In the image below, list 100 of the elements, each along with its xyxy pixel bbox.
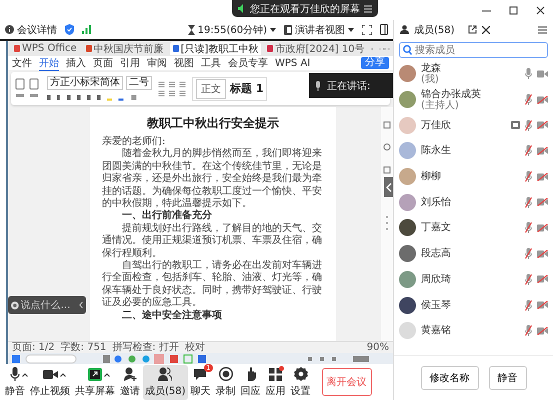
toolbar-button[interactable]: 邀请 xyxy=(118,364,142,400)
document-tab[interactable]: 中秋国庆节前廉 xyxy=(82,42,167,55)
toolbar-button[interactable]: 停止视频 xyxy=(28,364,72,400)
camera-off-icon[interactable] xyxy=(537,172,548,181)
pop-out-icon[interactable] xyxy=(468,25,477,34)
menu-tab[interactable]: 会员专享 xyxy=(228,56,268,70)
speaker-icon xyxy=(238,4,246,13)
emoji-icon[interactable] xyxy=(11,300,19,310)
camera-off-icon[interactable] xyxy=(537,146,548,155)
caret-up-icon[interactable] xyxy=(22,372,28,376)
member-row[interactable]: 黄嘉铭 xyxy=(399,318,548,344)
muted-microphone-icon[interactable] xyxy=(525,300,532,311)
document-tab[interactable]: WPS Office xyxy=(11,42,80,55)
member-row[interactable]: 柳柳 xyxy=(399,164,548,190)
toolbar-button[interactable]: 设置 xyxy=(288,364,313,400)
member-row[interactable]: 刘乐怡 xyxy=(399,189,548,216)
toolbar-button[interactable]: 应用 xyxy=(264,364,288,400)
caret-up-icon[interactable] xyxy=(104,372,110,376)
panel-title: 成员(58) xyxy=(414,24,455,36)
toolbar-button[interactable]: 静音 xyxy=(3,364,27,400)
member-row[interactable]: 段志高 xyxy=(399,240,548,266)
close-icon[interactable] xyxy=(482,26,490,34)
muted-microphone-icon[interactable] xyxy=(525,274,532,285)
menu-tab[interactable]: 文件 xyxy=(12,56,32,70)
member-row[interactable]: 陈永生 xyxy=(399,138,548,164)
presenter-view-button[interactable]: 演讲者视图 xyxy=(284,22,354,36)
muted-microphone-icon[interactable] xyxy=(525,145,532,156)
shield-icon[interactable] xyxy=(65,24,74,35)
camera-icon[interactable] xyxy=(537,70,548,78)
fullscreen-icon[interactable] xyxy=(362,24,372,34)
member-name: 段志高 xyxy=(421,248,451,260)
style-option[interactable]: 正文 xyxy=(196,78,226,98)
maximize-icon[interactable] xyxy=(509,6,518,14)
menu-tab[interactable]: 页面 xyxy=(93,56,113,70)
chat-input[interactable]: 说点什么... xyxy=(8,296,86,314)
zoom-level[interactable]: 90% xyxy=(366,342,389,353)
caret-up-icon[interactable] xyxy=(60,372,66,376)
menu-tab[interactable]: 插入 xyxy=(66,56,86,70)
menu-tab[interactable]: 工具 xyxy=(201,56,221,70)
duration-button[interactable]: 19:55(60分钟) xyxy=(188,22,276,36)
member-row[interactable]: 锦合办张成英 (主持人) xyxy=(399,86,548,112)
panel-button[interactable]: 静音 xyxy=(488,366,526,390)
muted-microphone-icon[interactable] xyxy=(525,120,532,131)
chevron-left-icon[interactable] xyxy=(78,301,83,309)
layout-icon[interactable] xyxy=(380,24,388,35)
meeting-details-button[interactable]: 会议详情 xyxy=(5,22,57,36)
font-field[interactable]: 方正小标宋简体 xyxy=(47,76,123,90)
member-row[interactable]: 丁嘉文 xyxy=(399,215,548,241)
collapse-button[interactable] xyxy=(384,177,393,197)
camera-off-icon[interactable] xyxy=(537,224,548,232)
camera-off-icon[interactable] xyxy=(537,96,548,104)
camera-off-icon[interactable] xyxy=(537,275,548,284)
toolbar-button[interactable]: 回应 xyxy=(238,364,263,400)
microphone-icon[interactable] xyxy=(525,68,532,80)
font-size-field[interactable]: 二号 xyxy=(126,76,152,90)
avatar xyxy=(399,91,416,108)
panel-button[interactable]: 修改名称 xyxy=(420,366,478,390)
avatar xyxy=(399,142,416,160)
muted-microphone-icon[interactable] xyxy=(525,248,532,260)
member-row[interactable]: 侯玉琴 xyxy=(399,292,548,318)
menu-tab[interactable]: 开始 xyxy=(39,56,59,70)
member-name: 黄嘉铭 xyxy=(421,325,451,336)
camera-off-icon[interactable] xyxy=(537,301,548,310)
style-gallery[interactable]: 正文 标题 1 xyxy=(192,76,268,100)
muted-microphone-icon[interactable] xyxy=(525,196,532,208)
leave-meeting-button[interactable]: 离开会议 xyxy=(322,368,372,396)
signal-icon[interactable] xyxy=(82,25,91,34)
avatar xyxy=(399,168,416,186)
menu-tab[interactable]: WPS AI xyxy=(275,58,310,68)
menu-tab[interactable]: 视图 xyxy=(174,56,194,70)
member-row[interactable]: 龙森 (我) xyxy=(399,61,548,87)
menu-tab[interactable]: 引用 xyxy=(120,56,140,70)
toolbar-button[interactable]: 录制 xyxy=(214,364,238,400)
camera-off-icon[interactable] xyxy=(537,198,548,206)
presenter-icon xyxy=(284,24,292,34)
muted-microphone-icon[interactable] xyxy=(525,94,532,106)
muted-microphone-icon[interactable] xyxy=(525,222,532,234)
close-icon[interactable] xyxy=(536,6,545,14)
document-tab[interactable]: 市政府[2024] 10号 xyxy=(264,42,368,55)
camera-off-icon[interactable] xyxy=(537,121,548,130)
search-field[interactable]: 搜索成员 xyxy=(399,42,548,58)
toolbar-button[interactable]: 共享屏幕 xyxy=(73,364,117,400)
muted-microphone-icon[interactable] xyxy=(525,325,532,336)
microphone-icon xyxy=(10,366,20,382)
camera-off-icon[interactable] xyxy=(537,250,548,258)
style-option[interactable]: 标题 1 xyxy=(230,81,264,96)
add-person-icon xyxy=(124,367,136,381)
people-icon xyxy=(158,367,172,381)
toolbar-button[interactable]: 成员(58) xyxy=(143,364,188,400)
menu-tab[interactable]: 审阅 xyxy=(147,56,167,70)
document-paragraph: 提前规划好出行路线，了解目的地的天气、交通情况。使用正规渠道预订机票、车票及住宿，确保行程顺利。 xyxy=(102,222,323,260)
muted-microphone-icon[interactable] xyxy=(525,171,532,182)
member-row[interactable]: 周欣琦 xyxy=(399,266,548,292)
share-button[interactable]: 分享 xyxy=(361,57,389,69)
member-role: (我) xyxy=(421,74,439,85)
document-tab[interactable]: [只读]教职工中秋 xyxy=(170,42,262,55)
member-row[interactable]: 万佳欣 xyxy=(399,112,548,138)
camera-off-icon[interactable] xyxy=(537,326,548,335)
settings-icon xyxy=(294,367,308,381)
menu-icon[interactable] xyxy=(538,26,547,34)
